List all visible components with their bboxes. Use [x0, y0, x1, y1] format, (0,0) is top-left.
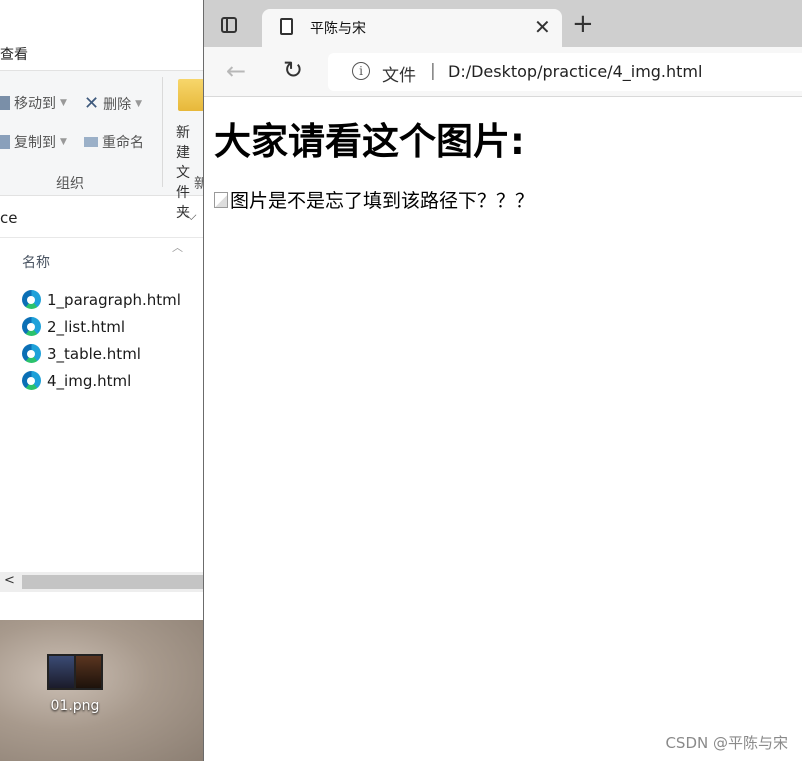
scrollbar-thumb[interactable]: [22, 575, 203, 589]
close-icon[interactable]: ✕: [534, 15, 551, 39]
delete-label: 删除: [103, 96, 132, 113]
menu-view[interactable]: 查看: [0, 44, 28, 64]
copy-icon: [0, 135, 10, 149]
broken-image-icon: [214, 191, 228, 208]
desktop-file-label: 01.png: [50, 698, 100, 714]
horizontal-scrollbar[interactable]: <: [0, 572, 203, 592]
tab-bar: 平陈与宋 ✕ +: [204, 0, 802, 47]
move-to-label: 移动到: [14, 96, 56, 112]
url-text: D:/Desktop/practice/4_img.html: [448, 62, 703, 81]
tab-active[interactable]: 平陈与宋 ✕: [262, 9, 562, 47]
tab-title: 平陈与宋: [310, 21, 366, 37]
watermark: CSDN @平陈与宋: [665, 734, 788, 752]
edge-html-icon: [22, 317, 41, 336]
edge-html-icon: [22, 371, 41, 390]
move-to-button[interactable]: 移动到 ▼: [0, 93, 67, 113]
desktop-file-icon[interactable]: 01.png: [46, 654, 104, 714]
edge-html-icon: [22, 344, 41, 363]
file-explorer-window: 查看 移动到 ▼ 复制到 ▼ ✕ 删除 ▼ 重命名 组织 新建 文件夹 新 ce…: [0, 0, 208, 620]
file-name: 4_img.html: [47, 371, 132, 390]
sort-up-icon: ︿: [172, 241, 183, 254]
group-organize-label: 组织: [56, 176, 84, 192]
list-item[interactable]: 3_table.html: [22, 340, 181, 367]
refresh-icon[interactable]: ↻: [283, 56, 303, 84]
image-alt-text: 图片是不是忘了填到该路径下？？？: [230, 190, 535, 212]
ribbon: 移动到 ▼ 复制到 ▼ ✕ 删除 ▼ 重命名 组织 新建 文件夹 新: [0, 70, 208, 221]
document-icon: [280, 18, 293, 35]
file-list: 1_paragraph.html 2_list.html 3_table.htm…: [22, 286, 181, 394]
chevron-down-icon: ▼: [60, 137, 67, 147]
list-item[interactable]: 1_paragraph.html: [22, 286, 181, 313]
ribbon-divider: [162, 77, 163, 187]
column-header-name[interactable]: 名称: [22, 252, 50, 272]
list-item[interactable]: 2_list.html: [22, 313, 181, 340]
file-name: 2_list.html: [47, 317, 126, 336]
url-bar[interactable]: i 文件 | D:/Desktop/practice/4_img.html: [328, 53, 802, 91]
chevron-down-icon: ▼: [60, 98, 67, 108]
edge-html-icon: [22, 290, 41, 309]
address-text: ce: [0, 209, 18, 227]
url-scheme-label: 文件: [382, 66, 416, 86]
delete-x-icon: ✕: [84, 93, 100, 114]
chevron-down-icon: ▼: [135, 98, 143, 109]
chevron-down-icon[interactable]: ⌵: [186, 208, 197, 224]
image-thumbnail-icon: [47, 654, 103, 690]
copy-to-label: 复制到: [14, 135, 56, 151]
info-icon[interactable]: i: [352, 62, 370, 80]
back-arrow-icon[interactable]: ←: [226, 57, 246, 85]
chevron-left-icon[interactable]: <: [4, 573, 15, 588]
rename-icon: [84, 137, 98, 147]
new-tab-button[interactable]: +: [572, 11, 594, 37]
folder-icon[interactable]: [178, 79, 204, 111]
broken-image: 图片是不是忘了填到该路径下？？？: [214, 186, 534, 213]
rename-button[interactable]: 重命名: [84, 132, 144, 152]
tab-actions-button[interactable]: [216, 12, 242, 38]
tab-actions-icon: [221, 17, 237, 33]
list-item[interactable]: 4_img.html: [22, 367, 181, 394]
file-name: 1_paragraph.html: [47, 290, 181, 309]
new-folder-label-1: 新建: [176, 125, 190, 161]
page-heading: 大家请看这个图片:: [214, 120, 525, 163]
browser-toolbar: ← ↻ i 文件 | D:/Desktop/practice/4_img.htm…: [204, 47, 802, 97]
copy-to-button[interactable]: 复制到 ▼: [0, 132, 67, 152]
url-separator: |: [430, 61, 436, 81]
move-icon: [0, 96, 10, 110]
delete-button[interactable]: ✕ 删除 ▼: [84, 93, 142, 114]
address-bar[interactable]: ce ⌵: [0, 200, 203, 238]
file-name: 3_table.html: [47, 344, 141, 363]
browser-window: 平陈与宋 ✕ + ← ↻ i 文件 | D:/Desktop/practice/…: [203, 0, 802, 761]
rename-label: 重命名: [102, 135, 144, 151]
